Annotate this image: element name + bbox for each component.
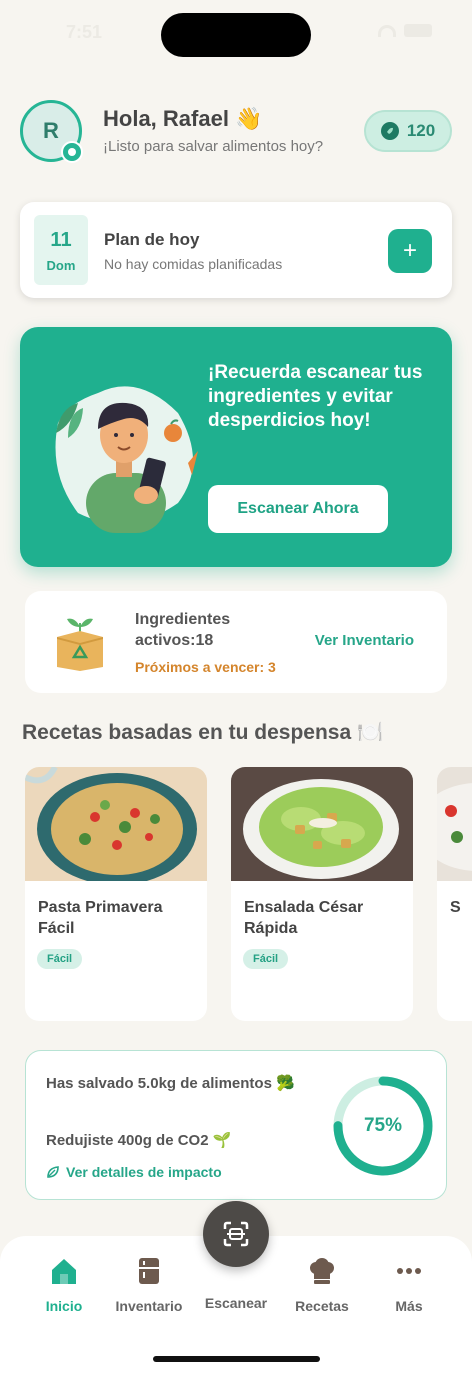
- plan-title: Plan de hoy: [104, 230, 200, 249]
- chef-hat-icon: [310, 1258, 334, 1284]
- greeting-subtitle: ¡Listo para salvar alimentos hoy?: [103, 138, 324, 155]
- recipes-section-title: Recetas basadas en tu despensa 🍽️: [22, 721, 384, 744]
- impact-percent: 75%: [363, 1115, 403, 1136]
- home-indicator: [153, 1356, 320, 1362]
- profile-badge-icon: [61, 141, 83, 163]
- date-day: 11: [50, 229, 72, 251]
- add-meal-button[interactable]: +: [388, 229, 432, 273]
- tab-label: Inicio: [45, 1298, 83, 1314]
- tab-recetas[interactable]: Recetas: [275, 1256, 369, 1314]
- wifi-icon: [378, 24, 396, 37]
- status-icons: [378, 24, 432, 37]
- recipe-image: [437, 767, 472, 881]
- leaf-icon: [47, 1166, 59, 1178]
- plan-subtitle: No hay comidas planificadas: [104, 256, 283, 272]
- header: R Hola, Rafael 👋 ¡Listo para salvar alim…: [20, 100, 452, 163]
- recipe-card[interactable]: Ensalada César Rápida Fácil: [231, 767, 413, 1021]
- points-value: 120: [406, 121, 436, 140]
- tab-mas[interactable]: Más: [362, 1256, 456, 1314]
- date-weekday: Dom: [46, 258, 76, 273]
- date-box: 11 Dom: [34, 215, 88, 285]
- difficulty-badge: Fácil: [243, 949, 289, 969]
- dynamic-island: [161, 13, 311, 57]
- scan-now-button[interactable]: Escanear Ahora: [208, 485, 388, 533]
- co2-reduced-text: Redujiste 400g de CO2 🌱: [46, 1132, 232, 1149]
- view-inventory-link[interactable]: Ver Inventario: [315, 632, 414, 649]
- impact-card: Has salvado 5.0kg de alimentos 🥦 Redujis…: [25, 1050, 447, 1200]
- recipes-carousel[interactable]: Pasta Primavera Fácil Fácil Ensalada Cés…: [25, 767, 472, 1021]
- tab-inicio[interactable]: Inicio: [17, 1256, 111, 1314]
- recipe-card[interactable]: Pasta Primavera Fácil Fácil: [25, 767, 207, 1021]
- pasta-dish-image: [25, 767, 207, 881]
- fridge-icon: [139, 1258, 159, 1284]
- scan-icon: [223, 1221, 249, 1247]
- recipe-card[interactable]: S: [437, 767, 472, 1021]
- recipe-name: Pasta Primavera Fácil: [38, 899, 163, 937]
- battery-icon: [404, 24, 432, 37]
- points-badge[interactable]: 120: [364, 110, 452, 152]
- status-bar: 7:51: [0, 0, 472, 70]
- recipe-name: Ensalada César Rápida: [244, 899, 364, 937]
- impact-details-label: Ver detalles de impacto: [66, 1164, 222, 1180]
- expiring-soon-count: Próximos a vencer: 3: [135, 659, 276, 675]
- home-icon: [52, 1259, 76, 1284]
- recycle-box-icon: [57, 618, 103, 671]
- difficulty-badge: Fácil: [37, 949, 83, 969]
- avatar-initial: R: [43, 118, 59, 143]
- scan-reminder-banner: ¡Recuerda escanear tus ingredientes y ev…: [20, 327, 452, 567]
- banner-message: ¡Recuerda escanear tus ingredientes y ev…: [208, 362, 423, 431]
- recipe-name: S: [450, 899, 461, 916]
- more-dots-icon: [397, 1268, 421, 1274]
- person-scanning-illustration: [55, 386, 198, 533]
- tab-label: Escanear: [204, 1295, 268, 1311]
- impact-details-link[interactable]: Ver detalles de impacto: [46, 1164, 222, 1180]
- leaf-coin-icon: [380, 122, 399, 140]
- tab-inventario[interactable]: Inventario: [102, 1256, 196, 1314]
- tab-label: Recetas: [295, 1298, 349, 1314]
- plan-card[interactable]: 11 Dom Plan de hoy No hay comidas planif…: [20, 202, 452, 298]
- food-saved-text: Has salvado 5.0kg de alimentos 🥦: [46, 1075, 295, 1092]
- tab-escanear[interactable]: Escanear: [189, 1288, 283, 1311]
- scan-fab-button[interactable]: [203, 1201, 269, 1267]
- salad-dish-image: [231, 767, 413, 881]
- inventory-card: Ingredientes activos:18 Próximos a vence…: [25, 591, 447, 693]
- active-ingredients-count: Ingredientes activos:18: [135, 611, 231, 649]
- tab-label: Inventario: [115, 1298, 183, 1314]
- greeting-title: Hola, Rafael 👋: [103, 106, 263, 131]
- tab-label: Más: [395, 1298, 423, 1314]
- status-time: 7:51: [66, 22, 103, 42]
